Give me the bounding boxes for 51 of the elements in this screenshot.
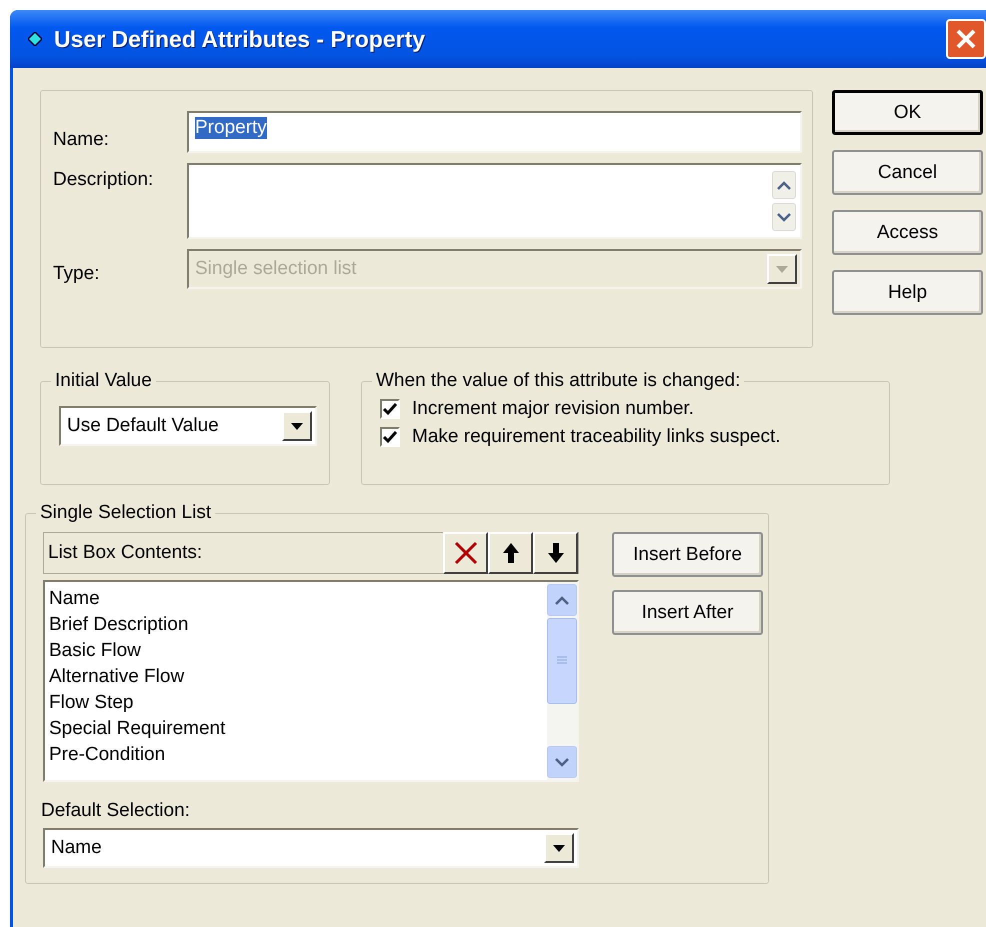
group-title: Initial Value: [54, 370, 153, 392]
close-icon: [454, 541, 478, 565]
dialog-button[interactable]: OK: [832, 90, 983, 135]
chevron-down-icon: [555, 758, 569, 766]
list-toolbar-label: List Box Contents:: [48, 542, 202, 564]
dropdown-arrow-icon: [776, 266, 788, 272]
window-title: User Defined Attributes - Property: [54, 26, 426, 52]
close-button[interactable]: [946, 19, 986, 59]
insert-button[interactable]: Insert Before: [612, 532, 763, 577]
list-item[interactable]: Name: [49, 586, 543, 612]
description-label: Description:: [53, 168, 154, 192]
default-selection-label: Default Selection:: [41, 800, 191, 822]
chevron-up-icon: [555, 596, 569, 604]
name-label: Name:: [53, 128, 110, 152]
scroll-bar[interactable]: [547, 582, 577, 780]
dropdown-arrow-icon: [291, 422, 303, 430]
group-title: Single Selection List: [39, 502, 212, 524]
delete-button[interactable]: [443, 532, 488, 574]
dropdown-arrow-icon: [553, 844, 565, 852]
checkbox-label: Increment major revision number.: [412, 398, 694, 420]
dialog-button[interactable]: Help: [832, 270, 983, 315]
default-selection-dropdown[interactable]: Name: [43, 828, 579, 868]
name-field[interactable]: Property: [187, 111, 802, 153]
list-item[interactable]: Flow Step: [49, 690, 543, 716]
group-title: When the value of this attribute is changed:: [375, 370, 742, 392]
type-label: Type:: [53, 262, 100, 286]
description-field[interactable]: [187, 163, 802, 239]
list-item[interactable]: Alternative Flow: [49, 664, 543, 690]
diamond-icon: [28, 32, 42, 46]
dialog-button[interactable]: Cancel: [832, 150, 983, 195]
list-item[interactable]: Basic Flow: [49, 638, 543, 664]
scroll-up-button[interactable]: [772, 171, 796, 199]
checkbox[interactable]: [380, 399, 400, 419]
move-up-button[interactable]: [488, 532, 533, 574]
list-item[interactable]: Pre-Condition: [49, 742, 543, 768]
chevron-up-icon: [777, 180, 791, 190]
down-arrow-icon: [546, 542, 564, 564]
insert-button[interactable]: Insert After: [612, 590, 763, 635]
up-arrow-icon: [502, 542, 520, 564]
close-icon: [955, 28, 977, 50]
checkbox[interactable]: [380, 427, 400, 447]
initial-value-dropdown[interactable]: Use Default Value: [59, 406, 317, 446]
dialog-button[interactable]: Access: [832, 210, 983, 255]
list-item[interactable]: Special Requirement: [49, 716, 543, 742]
list-item[interactable]: Brief Description: [49, 612, 543, 638]
grip-icon: [556, 656, 568, 666]
move-down-button[interactable]: [533, 532, 578, 574]
scroll-down-button[interactable]: [772, 203, 796, 231]
list-box[interactable]: Name Brief Description Basic Flow Alternative Flow Flow Step Special Requirement Pre-Condition: [43, 580, 579, 782]
chevron-down-icon: [777, 212, 791, 222]
checkbox-label: Make requirement traceability links suspect.: [412, 426, 781, 448]
